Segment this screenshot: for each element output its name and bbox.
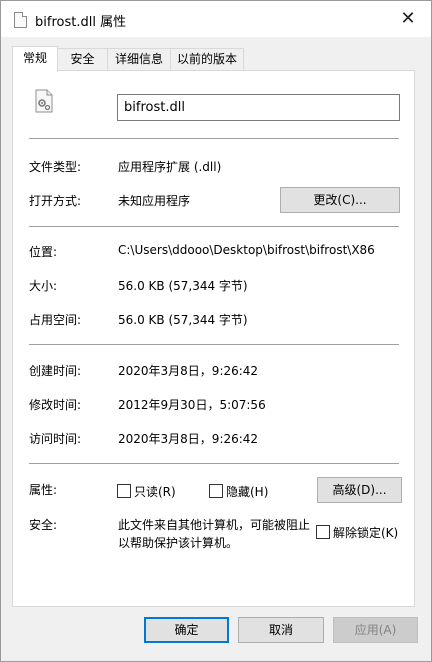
attributes-label: 属性: [29, 483, 58, 497]
modified-label: 修改时间: [29, 398, 82, 412]
size-on-disk-value: 56.0 KB (57,344 字节) [118, 313, 248, 327]
cancel-button[interactable]: 取消 [238, 617, 324, 643]
unblock-checkbox[interactable] [316, 525, 330, 539]
unblock-label[interactable]: 解除锁定(K) [333, 524, 398, 541]
security-message: 此文件来自其他计算机，可能被阻止以帮助保护该计算机。 [118, 518, 311, 550]
tab-general[interactable]: 常规 [12, 46, 58, 72]
security-label: 安全: [29, 518, 58, 532]
location-value: C:\Users\ddooo\Desktop\bifrost\bifrost\X… [118, 243, 375, 257]
location-label: 位置: [29, 245, 58, 259]
divider [29, 463, 399, 464]
apply-button: 应用(A) [333, 617, 418, 643]
created-value: 2020年3月8日，9:26:42 [118, 364, 259, 378]
title-bar: bifrost.dll 属性 ✕ [1, 1, 431, 37]
modified-value: 2012年9月30日，5:07:56 [118, 398, 266, 412]
file-icon [14, 12, 27, 28]
divider [29, 226, 399, 227]
ok-button[interactable]: 确定 [144, 617, 229, 643]
accessed-label: 访问时间: [29, 432, 82, 446]
window-title: bifrost.dll 属性 [35, 15, 127, 30]
tab-security[interactable]: 安全 [57, 48, 108, 70]
accessed-value: 2020年3月8日，9:26:42 [118, 432, 259, 446]
settings-file-icon [35, 89, 53, 113]
created-label: 创建时间: [29, 364, 82, 378]
opens-with-value: 未知应用程序 [118, 194, 191, 208]
tab-previous-versions[interactable]: 以前的版本 [170, 48, 244, 70]
size-on-disk-label: 占用空间: [29, 313, 82, 327]
size-label: 大小: [29, 279, 58, 293]
divider [29, 138, 399, 139]
advanced-button[interactable]: 高级(D)... [317, 477, 402, 503]
readonly-checkbox[interactable] [117, 484, 131, 498]
properties-dialog: bifrost.dll 属性 ✕ 常规 安全 详细信息 以前的版本 文件类型: … [0, 0, 432, 662]
readonly-label[interactable]: 只读(R) [134, 483, 176, 500]
divider [29, 344, 399, 345]
hidden-checkbox[interactable] [209, 484, 223, 498]
size-value: 56.0 KB (57,344 字节) [118, 279, 248, 293]
file-type-value: 应用程序扩展 (.dll) [118, 160, 222, 174]
tab-details[interactable]: 详细信息 [107, 48, 171, 70]
hidden-label[interactable]: 隐藏(H) [226, 483, 268, 500]
file-type-label: 文件类型: [29, 160, 82, 174]
opens-with-label: 打开方式: [29, 194, 82, 208]
close-icon[interactable]: ✕ [385, 1, 431, 37]
filename-field[interactable] [117, 94, 400, 121]
change-button[interactable]: 更改(C)... [280, 187, 400, 213]
